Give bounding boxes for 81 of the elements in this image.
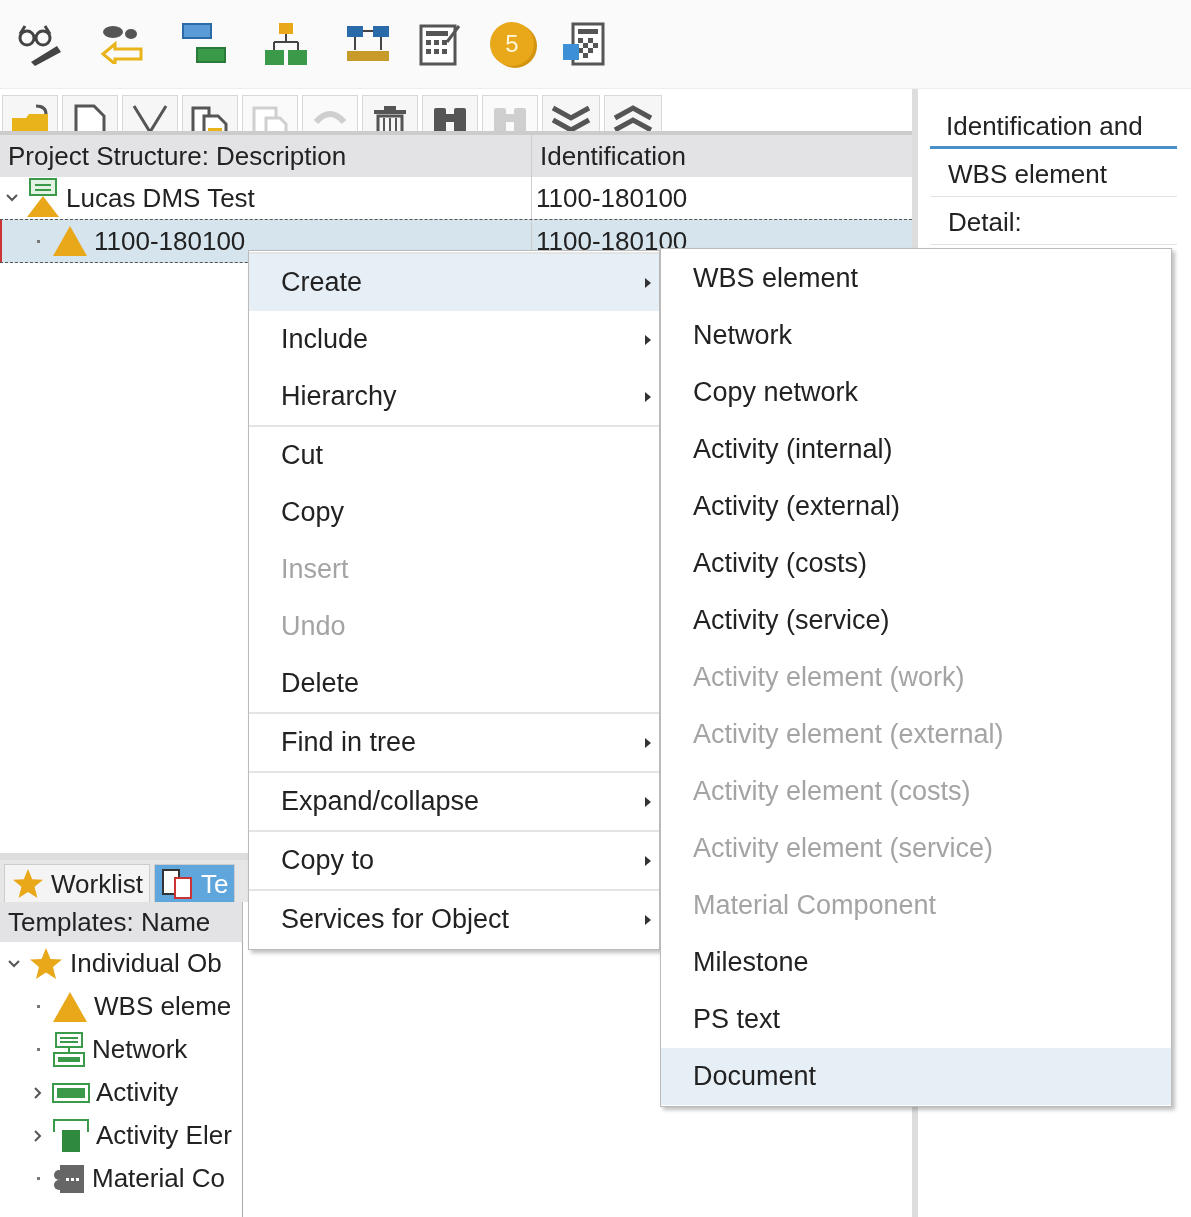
menu-item[interactable]: Activity (costs) <box>661 535 1171 592</box>
field-label: WBS element <box>930 149 1177 197</box>
tree-node-label: WBS eleme <box>94 991 232 1022</box>
collapse-all-button[interactable] <box>542 95 600 131</box>
trash-icon <box>372 104 408 131</box>
submenu-arrow-icon <box>645 796 651 807</box>
column-header[interactable]: Project Structure: Description <box>0 135 532 177</box>
tree-node-label: Lucas DMS Test <box>66 182 255 214</box>
menu-item[interactable]: Document <box>661 1048 1171 1105</box>
trash-button[interactable] <box>362 95 418 131</box>
triangle-icon <box>52 225 88 257</box>
menu-item[interactable]: Milestone <box>661 934 1171 991</box>
expand-toggle-icon[interactable] <box>34 1129 42 1142</box>
menu-item[interactable]: Delete <box>249 655 659 712</box>
menu-item[interactable]: Activity (internal) <box>661 421 1171 478</box>
column-header[interactable]: Templates: Name <box>0 902 243 942</box>
save-table-icon <box>561 22 607 66</box>
menu-item[interactable]: Expand/collapse <box>249 773 659 830</box>
chevrons-up-icon <box>611 104 655 131</box>
template-row[interactable]: Individual Ob <box>0 942 242 985</box>
template-row[interactable]: WBS eleme <box>0 985 242 1028</box>
identification-cell: 1100-180100 <box>536 182 688 214</box>
expand-toggle-icon[interactable] <box>34 1086 42 1099</box>
chevrons-down-icon <box>549 104 593 131</box>
menu-item[interactable]: Activity (external) <box>661 478 1171 535</box>
menu-item[interactable]: Cut <box>249 427 659 484</box>
calculator-icon <box>419 22 461 66</box>
template-row[interactable]: Activity <box>0 1071 242 1114</box>
menu-item[interactable]: Find in tree <box>249 714 659 771</box>
submenu-arrow-icon <box>645 737 651 748</box>
activity-element-icon <box>52 1117 90 1154</box>
column-header[interactable]: Identification <box>532 135 912 177</box>
expand-all-button[interactable] <box>604 95 662 131</box>
template-row[interactable]: Material Co <box>0 1157 242 1200</box>
menu-item[interactable]: PS text <box>661 991 1171 1048</box>
scissors-button[interactable] <box>122 95 178 131</box>
back-arrow-icon <box>99 24 145 64</box>
tree-node-label: 1100-180100 <box>94 225 246 257</box>
detail-tab[interactable]: Identification and <box>930 111 1177 149</box>
copy-button[interactable] <box>182 95 238 131</box>
activity-icon <box>52 1082 90 1103</box>
tree-node-label: Material Co <box>92 1163 225 1194</box>
star-icon <box>28 946 64 981</box>
submenu-arrow-icon <box>645 855 651 866</box>
document-icon <box>72 104 108 131</box>
submenu-arrow-icon <box>645 277 651 288</box>
hierarchy-icon <box>264 22 308 66</box>
menu-item[interactable]: Copy <box>249 484 659 541</box>
pane-tab[interactable]: Worklist <box>4 864 150 904</box>
project-icon <box>26 178 60 218</box>
tree-node-label: Activity <box>96 1077 179 1108</box>
tree-node-label: Activity Eler <box>96 1120 232 1151</box>
template-row[interactable]: Network <box>0 1028 242 1071</box>
menu-item[interactable]: Services for Object <box>249 891 659 948</box>
triangle-icon <box>52 990 88 1023</box>
material-icon <box>52 1162 86 1195</box>
network-graph-icon <box>345 24 391 64</box>
binoculars-button[interactable] <box>422 95 478 131</box>
menu-item[interactable]: Activity (service) <box>661 592 1171 649</box>
network-icon <box>52 1030 86 1069</box>
collapse-toggle-icon[interactable] <box>8 959 20 968</box>
templates-icon <box>160 868 195 900</box>
menu-item[interactable]: Create <box>249 254 659 311</box>
menu-item[interactable]: Hierarchy <box>249 368 659 425</box>
bars-icon <box>181 22 227 66</box>
folder-icon <box>10 104 50 131</box>
menu-item[interactable]: Copy to <box>249 832 659 889</box>
document-button[interactable] <box>62 95 118 131</box>
collapse-toggle-icon[interactable] <box>6 194 18 202</box>
template-row[interactable]: Activity Eler <box>0 1114 242 1157</box>
tree-node-label: Individual Ob <box>70 948 222 979</box>
tree-node-label: Network <box>92 1034 188 1065</box>
menu-item[interactable]: Network <box>661 307 1171 364</box>
menu-item[interactable]: Copy network <box>661 364 1171 421</box>
folder-button[interactable] <box>2 95 58 131</box>
menu-item[interactable]: Include <box>249 311 659 368</box>
submenu-arrow-icon <box>645 914 651 925</box>
submenu-arrow-icon <box>645 391 651 402</box>
star-icon <box>11 868 45 900</box>
field-label: Detail: <box>930 197 1177 245</box>
submenu-arrow-icon <box>645 334 651 345</box>
